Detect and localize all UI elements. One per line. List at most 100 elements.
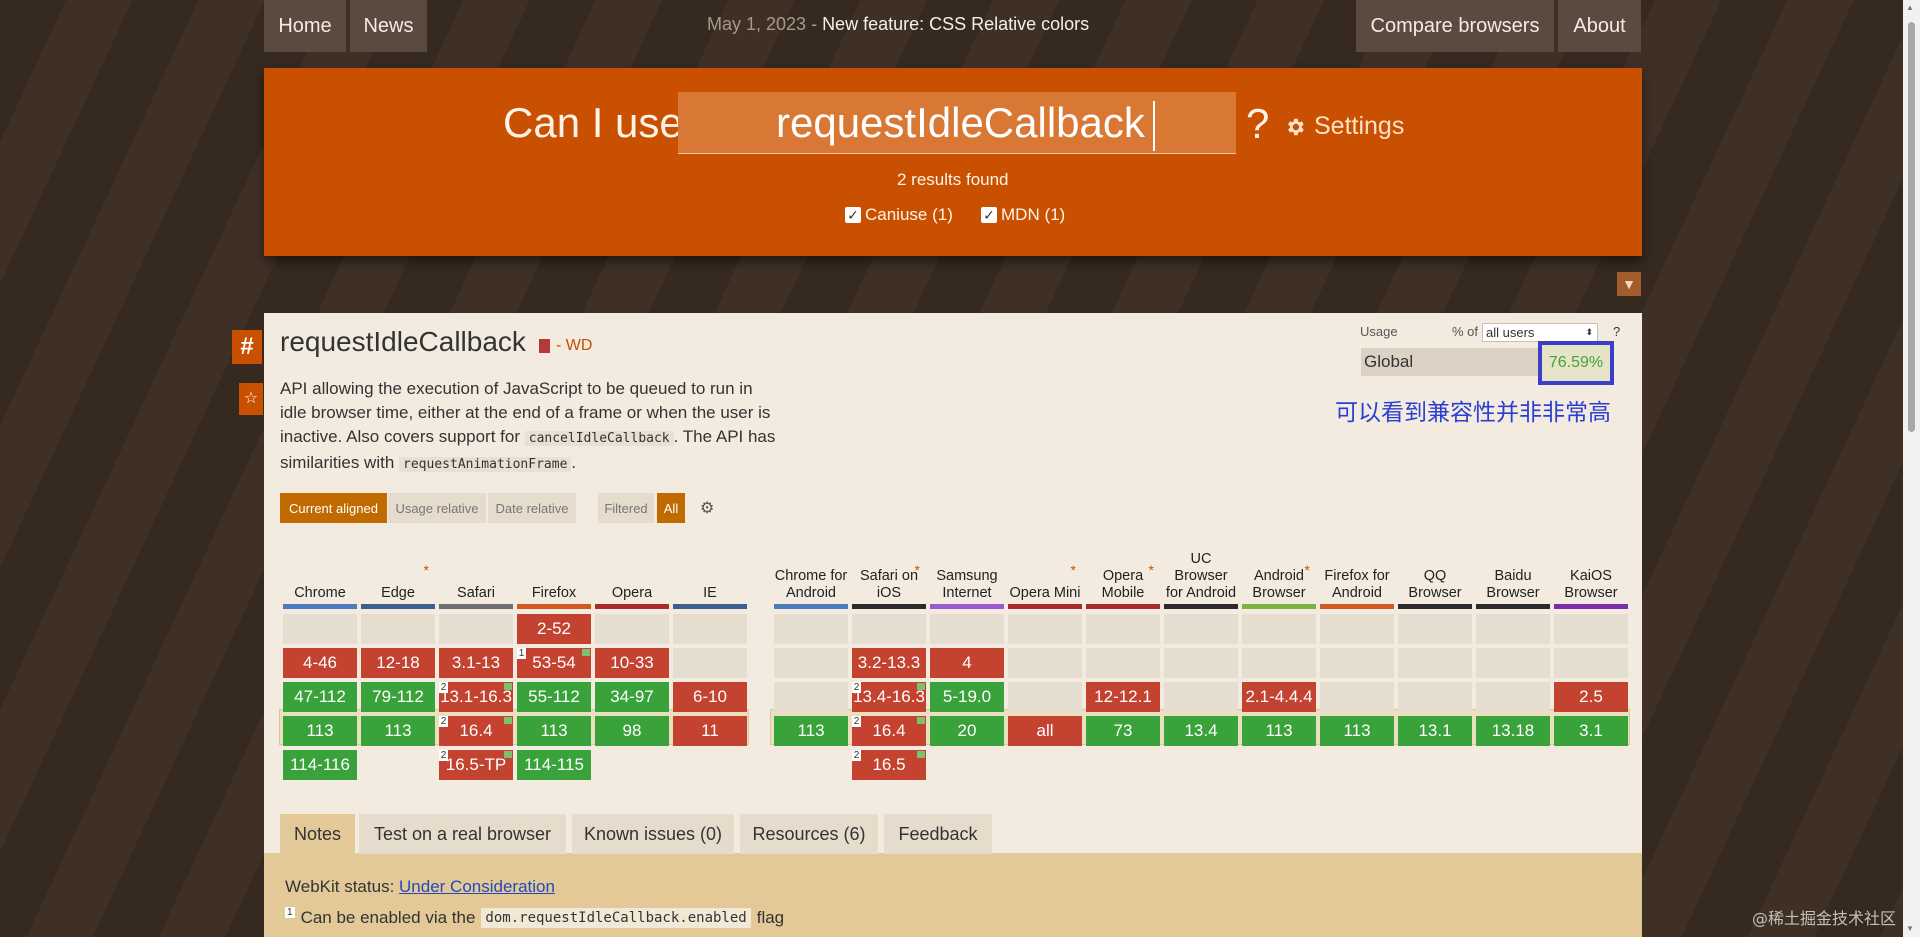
- nav-home[interactable]: Home: [264, 0, 346, 52]
- support-cell-unsupported[interactable]: 2.5: [1554, 682, 1628, 712]
- browser-header[interactable]: Opera Mobile *: [1086, 530, 1160, 602]
- support-cell-supported[interactable]: 34-97: [595, 682, 669, 712]
- support-cell-supported[interactable]: 55-112: [517, 682, 591, 712]
- support-cell-unsupported[interactable]: 11: [673, 716, 747, 746]
- browser-header[interactable]: Firefox: [517, 530, 591, 602]
- source-mdn[interactable]: ✓ MDN (1): [981, 205, 1065, 225]
- view-usage-relative[interactable]: Usage relative: [388, 493, 486, 523]
- search-input[interactable]: requestIdleCallback: [678, 92, 1236, 154]
- browser-header[interactable]: Baidu Browser: [1476, 530, 1550, 602]
- spec-status[interactable]: - WD: [539, 337, 592, 355]
- nav-news[interactable]: News: [350, 0, 427, 52]
- support-cell-unsupported[interactable]: 16.5 2: [852, 750, 926, 780]
- source-caniuse[interactable]: ✓ Caniuse (1): [845, 205, 953, 225]
- tab-feedback[interactable]: Feedback: [884, 814, 992, 854]
- browser-header[interactable]: Firefox for Android: [1320, 530, 1394, 602]
- browser-header[interactable]: Android Browser *: [1242, 530, 1316, 602]
- support-cell-unsupported[interactable]: 2-52: [517, 614, 591, 644]
- permalink-hash-icon[interactable]: #: [232, 330, 262, 364]
- support-cell-unsupported[interactable]: 10-33: [595, 648, 669, 678]
- browser-header[interactable]: UC Browser for Android: [1164, 530, 1238, 602]
- browser-header[interactable]: Safari: [439, 530, 513, 602]
- version-label: 13.18: [1491, 721, 1535, 740]
- browser-header[interactable]: Edge *: [361, 530, 435, 602]
- news-banner[interactable]: May 1, 2023 - New feature: CSS Relative …: [707, 14, 1089, 35]
- support-cell-supported[interactable]: 113: [1320, 716, 1394, 746]
- browser-header[interactable]: Chrome for Android: [774, 530, 848, 602]
- support-cell-supported[interactable]: 13.18: [1476, 716, 1550, 746]
- usage-scope-select[interactable]: all users ⬍: [1482, 323, 1598, 342]
- note-number: 1: [285, 906, 295, 918]
- usage-help[interactable]: ?: [1613, 324, 1620, 339]
- webkit-status-link[interactable]: Under Consideration: [399, 877, 555, 896]
- browser-name: Firefox for Android: [1324, 568, 1390, 601]
- browser-header[interactable]: Opera Mini *: [1008, 530, 1082, 602]
- view-current-aligned[interactable]: Current aligned: [280, 493, 387, 523]
- support-cell-unsupported[interactable]: 16.4 2: [852, 716, 926, 746]
- tab-test-real-browser[interactable]: Test on a real browser: [359, 814, 566, 854]
- support-cell-supported[interactable]: 13.1: [1398, 716, 1472, 746]
- nav-compare-browsers[interactable]: Compare browsers: [1356, 0, 1554, 52]
- support-cell-supported[interactable]: 73: [1086, 716, 1160, 746]
- support-cell-supported[interactable]: 113: [361, 716, 435, 746]
- version-label: 53-54: [532, 653, 576, 672]
- support-cell-supported[interactable]: 113: [517, 716, 591, 746]
- browser-header[interactable]: KaiOS Browser: [1554, 530, 1628, 602]
- scroll-down-icon[interactable]: ▼: [1906, 924, 1914, 933]
- tab-known-issues[interactable]: Known issues (0): [572, 814, 734, 854]
- support-cell-supported[interactable]: 114-115: [517, 750, 591, 780]
- browser-header[interactable]: Samsung Internet: [930, 530, 1004, 602]
- support-cell-supported[interactable]: 13.4: [1164, 716, 1238, 746]
- support-cell-supported[interactable]: 114-116: [283, 750, 357, 780]
- tab-resources[interactable]: Resources (6): [740, 814, 878, 854]
- filter-icon[interactable]: ▼: [1617, 272, 1641, 296]
- tab-notes[interactable]: Notes: [280, 814, 355, 854]
- support-cell-supported[interactable]: 113: [283, 716, 357, 746]
- support-cell-unsupported[interactable]: 6-10: [673, 682, 747, 712]
- browser-color-bar: [1008, 604, 1082, 609]
- browser-header[interactable]: Chrome: [283, 530, 357, 602]
- support-cell-unsupported[interactable]: all: [1008, 716, 1082, 746]
- filter-filtered[interactable]: Filtered: [598, 493, 654, 523]
- support-cell-supported[interactable]: 113: [1242, 716, 1316, 746]
- support-cell-unsupported[interactable]: 12-18: [361, 648, 435, 678]
- browser-header[interactable]: Opera: [595, 530, 669, 602]
- support-cell-supported[interactable]: 20: [930, 716, 1004, 746]
- support-cell-unsupported[interactable]: 53-54 1: [517, 648, 591, 678]
- settings-button[interactable]: Settings: [1284, 112, 1404, 141]
- scroll-up-icon[interactable]: ▲: [1906, 3, 1914, 12]
- support-cell-unsupported[interactable]: 16.4 2: [439, 716, 513, 746]
- version-label: 4: [962, 653, 972, 672]
- support-cell-supported[interactable]: 5-19.0: [930, 682, 1004, 712]
- support-cell-unsupported[interactable]: 13.1-16.3 2: [439, 682, 513, 712]
- filter-all[interactable]: All: [657, 493, 685, 523]
- support-cell-unsupported[interactable]: 3.1-13: [439, 648, 513, 678]
- support-cell-supported[interactable]: 98: [595, 716, 669, 746]
- support-cell-supported[interactable]: 47-112: [283, 682, 357, 712]
- support-cell-supported[interactable]: 3.1: [1554, 716, 1628, 746]
- star-icon[interactable]: ☆: [239, 383, 263, 415]
- support-cell-unsupported[interactable]: 4-46: [283, 648, 357, 678]
- support-cell-unsupported[interactable]: 12-12.1: [1086, 682, 1160, 712]
- scrollbar-thumb[interactable]: [1908, 22, 1915, 432]
- support-cell-unsupported[interactable]: 2.1-4.4.4: [1242, 682, 1316, 712]
- browser-header[interactable]: Safari on iOS *: [852, 530, 926, 602]
- asterisk-icon: *: [1070, 562, 1076, 578]
- news-headline[interactable]: New feature: CSS Relative colors: [822, 14, 1089, 34]
- nav-about[interactable]: About: [1558, 0, 1641, 52]
- gear-icon[interactable]: ⚙: [700, 498, 714, 518]
- source-caniuse-label: Caniuse (1): [865, 205, 953, 224]
- support-cell-unsupported[interactable]: 16.5-TP 2: [439, 750, 513, 780]
- support-cell-unsupported[interactable]: 3.2-13.3: [852, 648, 926, 678]
- version-label: 47-112: [294, 687, 346, 706]
- support-cell-unsupported[interactable]: 4: [930, 648, 1004, 678]
- browser-header[interactable]: QQ Browser: [1398, 530, 1472, 602]
- view-date-relative[interactable]: Date relative: [488, 493, 576, 523]
- support-cell-supported[interactable]: 113: [774, 716, 848, 746]
- support-cell-supported[interactable]: 79-112: [361, 682, 435, 712]
- browser-header[interactable]: IE: [673, 530, 747, 602]
- checkbox-checked-icon[interactable]: ✓: [845, 207, 861, 223]
- support-cell-empty: [1398, 648, 1472, 678]
- support-cell-unsupported[interactable]: 13.4-16.3 2: [852, 682, 926, 712]
- checkbox-checked-icon[interactable]: ✓: [981, 207, 997, 223]
